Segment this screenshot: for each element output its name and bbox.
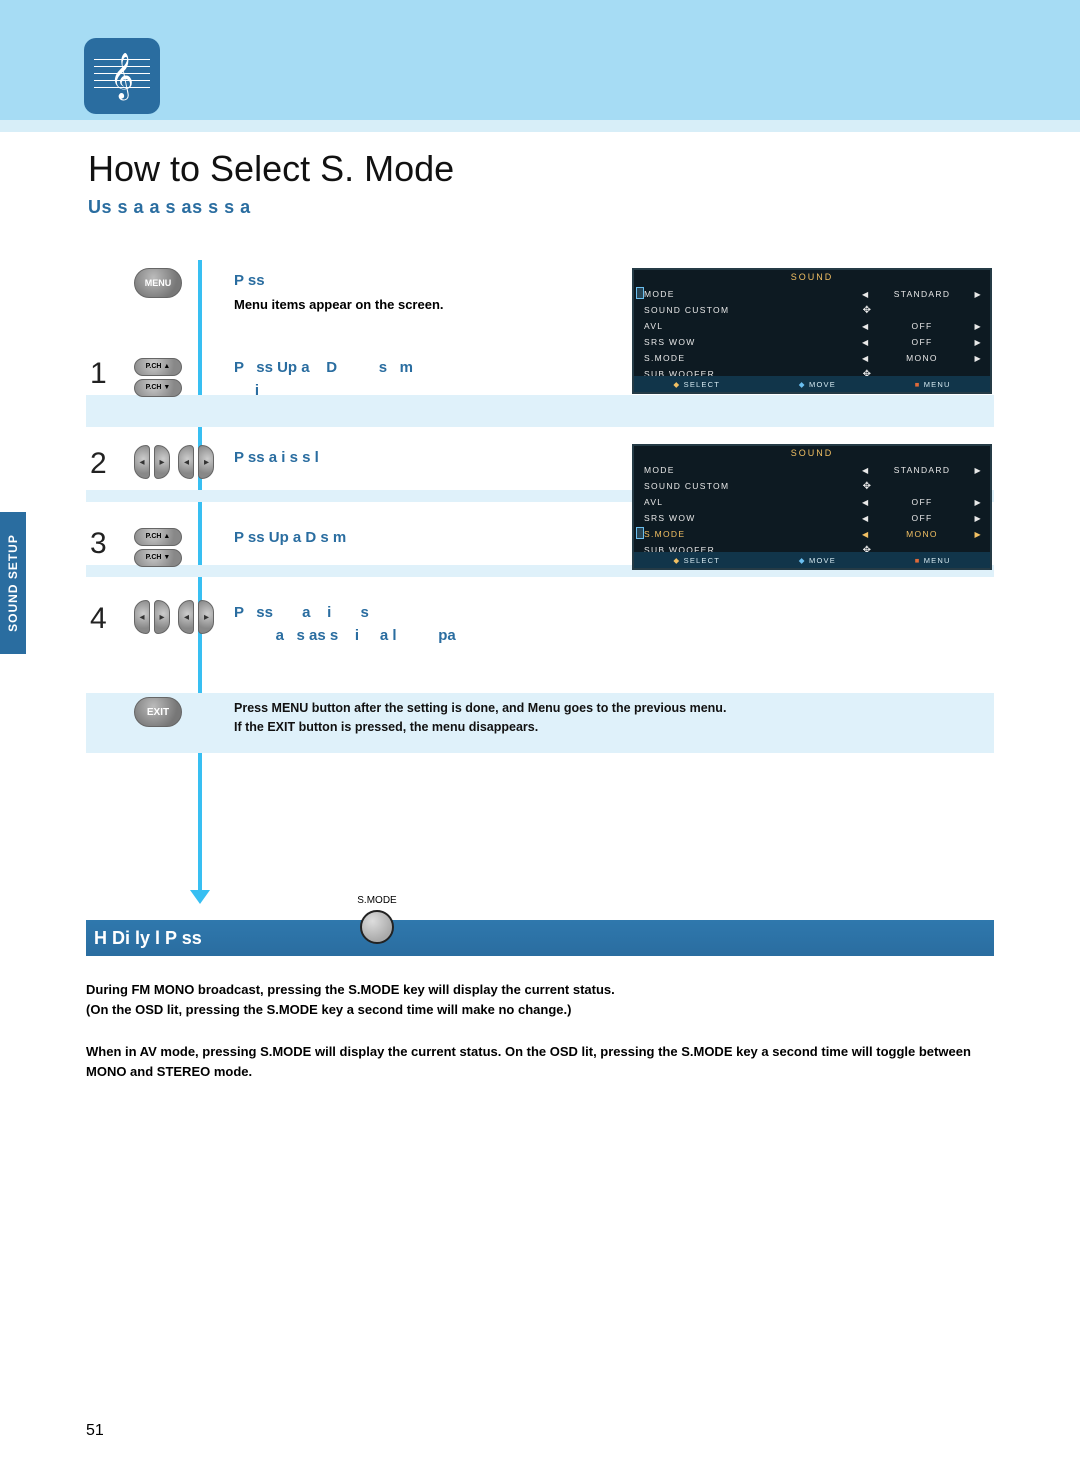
osd-row: AVL◀OFF▶ xyxy=(644,318,982,334)
menu-button-icon: MENU xyxy=(134,268,182,298)
osd-row: SOUND CUSTOM✥ xyxy=(644,302,982,318)
music-logo: 𝄞 xyxy=(84,38,160,114)
step-number: 2 xyxy=(90,447,107,481)
step-band xyxy=(86,395,994,427)
step-1-text: P ss Up a D s m i xyxy=(234,357,413,402)
pch-up-down-icon: P.CH ▲ P.CH ▼ xyxy=(134,528,182,567)
osd-title: SOUND xyxy=(634,446,990,460)
direct-title-bar: H Di ly l P ss xyxy=(86,920,994,956)
direct-title: H Di ly l P ss xyxy=(94,928,202,949)
step-number: 3 xyxy=(90,527,107,561)
step-number: 1 xyxy=(90,357,107,391)
step-3-text: P ss Up a D s m xyxy=(234,527,346,550)
osd-row: S.MODE◀MONO▶ xyxy=(644,350,982,366)
header-banner-accent xyxy=(0,120,1080,132)
left-right-button-icon: ◂▸ xyxy=(134,600,170,634)
osd-row: SRS WOW◀OFF▶ xyxy=(644,334,982,350)
direct-paragraph-2: When in AV mode, pressing S.MODE will di… xyxy=(86,1042,994,1082)
step-2-text: P ss a i s s l xyxy=(234,447,319,470)
page-subhead: Us s a a s as s s a xyxy=(88,197,251,218)
left-right-button-icon: ◂▸ xyxy=(178,445,214,479)
pch-up-down-icon: P.CH ▲ P.CH ▼ xyxy=(134,358,182,397)
step-4-text: P ss a i s a s as s i a l pa xyxy=(234,602,456,647)
exit-note-line2: If the EXIT button is pressed, the menu … xyxy=(234,720,538,734)
osd-title: SOUND xyxy=(634,270,990,284)
intro-label: P ss xyxy=(234,272,265,289)
step-number: 4 xyxy=(90,602,107,636)
osd-row: SOUND CUSTOM✥ xyxy=(644,478,982,494)
direct-paragraph-1: During FM MONO broadcast, pressing the S… xyxy=(86,980,994,1020)
side-tab-sound-setup: SOUND SETUP xyxy=(0,512,26,654)
smode-button-icon xyxy=(360,910,394,944)
left-right-button-icon: ◂▸ xyxy=(134,445,170,479)
osd-row: SRS WOW◀OFF▶ xyxy=(644,510,982,526)
exit-note-line1: Press MENU button after the setting is d… xyxy=(234,701,726,715)
osd-sound-menu-1: SOUND MODE◀STANDARD▶SOUND CUSTOM✥AVL◀OFF… xyxy=(632,268,992,394)
osd-sound-menu-2: SOUND MODE◀STANDARD▶SOUND CUSTOM✥AVL◀OFF… xyxy=(632,444,992,570)
page-title: How to Select S. Mode xyxy=(88,148,454,190)
page-number: 51 xyxy=(86,1422,104,1440)
osd-row: MODE◀STANDARD▶ xyxy=(644,462,982,478)
osd-row: MODE◀STANDARD▶ xyxy=(644,286,982,302)
flow-arrow-head-icon xyxy=(190,890,210,904)
header-banner xyxy=(0,0,1080,120)
smode-button-label: S.MODE xyxy=(352,895,402,906)
intro-sub: Menu items appear on the screen. xyxy=(234,295,444,315)
osd-row: AVL◀OFF▶ xyxy=(644,494,982,510)
exit-button-icon: EXIT xyxy=(134,697,182,727)
left-right-button-icon: ◂▸ xyxy=(178,600,214,634)
osd-row: S.MODE◀MONO▶ xyxy=(644,526,982,542)
